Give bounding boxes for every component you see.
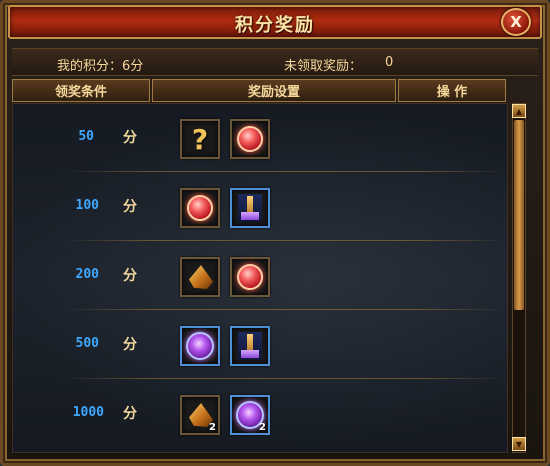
points-unit: 分: [123, 337, 137, 353]
unclaimed-label: 未领取奖励：: [284, 59, 363, 74]
tower-item-icon: [238, 332, 262, 360]
scrollbar-thumb[interactable]: [514, 120, 524, 310]
table-row: 100 分: [12, 172, 508, 241]
red-orb-icon: [237, 264, 263, 290]
points-requirement: 500: [75, 336, 99, 351]
red-orb-icon: [187, 195, 213, 221]
points-unit: 分: [123, 406, 137, 422]
reward-slot[interactable]: [180, 188, 220, 228]
points-requirement: 100: [75, 198, 99, 213]
tower-item-icon: [238, 194, 262, 222]
points-requirement: 1000: [72, 405, 104, 420]
unclaimed-count: 0: [385, 55, 394, 70]
header-action: 操 作: [398, 79, 506, 102]
reward-slot[interactable]: 2: [180, 395, 220, 435]
points-unit: 分: [123, 130, 137, 146]
reward-slot[interactable]: [230, 188, 270, 228]
table-row: 500 分: [12, 310, 508, 379]
points-requirement: 50: [78, 129, 94, 144]
reward-slot[interactable]: [230, 257, 270, 297]
reward-slot[interactable]: ?: [180, 119, 220, 159]
scroll-up-arrow-icon[interactable]: ▲: [512, 104, 526, 118]
summary-bar: 我的积分：6分 未领取奖励： 0: [12, 48, 538, 76]
header-rewards: 奖励设置: [152, 79, 396, 102]
reward-slot[interactable]: [230, 119, 270, 159]
reward-slot[interactable]: [230, 326, 270, 366]
item-count: 2: [259, 422, 266, 433]
table-row: 1000 分 2 2: [12, 379, 508, 448]
title-bar: 积分奖励: [8, 5, 542, 39]
gold-gem-icon: [189, 265, 213, 289]
purple-orb-icon: [186, 332, 214, 360]
points-unit: 分: [123, 268, 137, 284]
item-count: 2: [209, 422, 216, 433]
my-points-label: 我的积分：6分: [57, 59, 144, 74]
points-requirement: 200: [75, 267, 99, 282]
red-orb-icon: [237, 126, 263, 152]
reward-slot[interactable]: 2: [230, 395, 270, 435]
table-row: 200 分: [12, 241, 508, 310]
window-title: 积分奖励: [235, 15, 315, 36]
reward-slot[interactable]: [180, 326, 220, 366]
points-unit: 分: [123, 199, 137, 215]
mystery-box-icon: ?: [191, 122, 209, 156]
table-row: 50 分 ?: [12, 103, 508, 172]
reward-slot[interactable]: [180, 257, 220, 297]
header-condition: 领奖条件: [12, 79, 150, 102]
scroll-down-arrow-icon[interactable]: ▼: [512, 437, 526, 451]
close-button[interactable]: X: [501, 8, 531, 36]
